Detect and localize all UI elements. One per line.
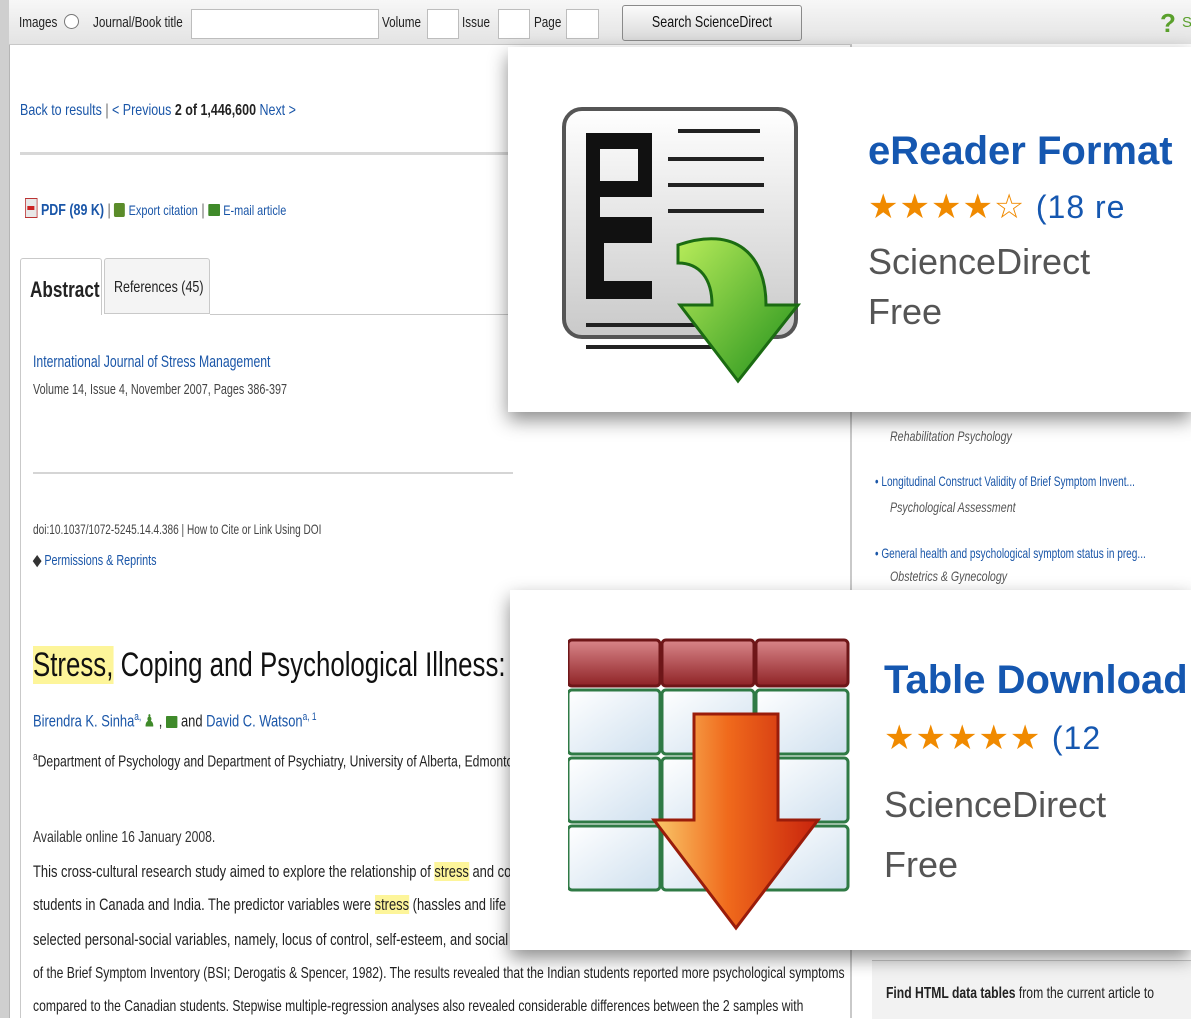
- toolbar-separator: |: [107, 202, 111, 219]
- images-label: Images: [19, 14, 58, 31]
- pdf-download-link[interactable]: PDF (89 K): [41, 202, 104, 219]
- authors: Birendra K. Sinhaa, ♟ , and David C. Wat…: [33, 711, 317, 731]
- email-icon: [208, 204, 220, 216]
- back-to-results-link[interactable]: Back to results: [20, 102, 102, 119]
- available-online: Available online 16 January 2008.: [33, 829, 216, 846]
- window-left-edge: [0, 0, 10, 1018]
- page-input[interactable]: [566, 9, 599, 39]
- table-download-icon: [568, 638, 850, 931]
- title-highlight: Stress,: [33, 646, 114, 684]
- next-link[interactable]: Next >: [259, 102, 295, 119]
- result-navigation: Back to results | < Previous 2 of 1,446,…: [20, 102, 296, 120]
- related-article-link[interactable]: • General health and psychological sympt…: [875, 545, 1146, 561]
- abstract-text: students in Canada and India. The predic…: [33, 895, 375, 914]
- journal-title-input[interactable]: [191, 9, 379, 39]
- tab-references-label: References (45): [114, 279, 204, 296]
- doi-text: doi:10.1037/1072-5245.14.4.386 | How to …: [33, 521, 322, 537]
- card-price: Free: [868, 291, 943, 332]
- ereader-icon: [562, 107, 802, 384]
- email-icon[interactable]: [165, 715, 178, 728]
- divider: [33, 472, 513, 474]
- star-rating-icon: ★★★★★: [884, 719, 1042, 757]
- related-article-title: General health and psychological symptom…: [881, 545, 1146, 561]
- affiliation-text: Department of Psychology and Department …: [37, 753, 514, 771]
- help-partial-label: S: [1182, 14, 1191, 31]
- previous-link[interactable]: < Previous: [112, 102, 171, 119]
- card-publisher: ScienceDirect: [884, 784, 1107, 825]
- card-title[interactable]: eReader Format: [868, 129, 1173, 174]
- search-button-label: Search ScienceDirect: [652, 14, 772, 31]
- abstract-line: of the Brief Symptom Inventory (BSI; Der…: [33, 965, 845, 982]
- related-source: Rehabilitation Psychology: [890, 428, 1012, 444]
- export-citation-icon: [114, 203, 126, 217]
- images-radio[interactable]: [64, 14, 79, 29]
- author-link[interactable]: David C. Watson: [206, 712, 302, 731]
- journal-label: Journal/Book title: [93, 14, 183, 31]
- permissions-label: Permissions & Reprints: [44, 552, 157, 569]
- abstract-line: students in Canada and India. The predic…: [33, 895, 523, 915]
- card-publisher: ScienceDirect: [868, 241, 1091, 282]
- result-position: 2 of 1,446,600: [174, 102, 257, 119]
- tab-abstract-label: Abstract: [30, 277, 100, 302]
- issue-input[interactable]: [498, 9, 530, 39]
- highlight-term: stress: [374, 895, 410, 914]
- tab-baseline: [210, 314, 510, 315]
- related-article-title: Longitudinal Construct Validity of Brief…: [881, 473, 1135, 489]
- rating-stars: ★★★★★ (12: [884, 718, 1101, 758]
- person-icon[interactable]: ♟: [144, 712, 156, 731]
- abstract-line: selected personal-social variables, name…: [33, 930, 533, 949]
- permissions-reprints-link[interactable]: ◆ Permissions & Reprints: [33, 551, 157, 569]
- volume-input[interactable]: [427, 9, 459, 39]
- highlight-term: stress: [434, 862, 469, 881]
- export-citation-link[interactable]: Export citation: [129, 202, 198, 218]
- page-label: Page: [534, 14, 562, 31]
- author-superscript: a, 1: [302, 711, 317, 723]
- author-superscript: a,: [134, 711, 144, 723]
- search-sciencedirect-button[interactable]: Search ScienceDirect: [622, 5, 802, 41]
- abstract-line: This cross-cultural research study aimed…: [33, 862, 521, 882]
- review-count[interactable]: (18 re: [1036, 189, 1126, 225]
- related-source: Obstetrics & Gynecology: [890, 568, 1008, 584]
- abstract-line: compared to the Canadian students. Stepw…: [33, 998, 804, 1015]
- email-article-link[interactable]: E-mail article: [223, 202, 286, 218]
- find-tables-bold: Find HTML data tables: [886, 985, 1016, 1002]
- related-article-link[interactable]: • Longitudinal Construct Validity of Bri…: [875, 473, 1135, 489]
- card-title[interactable]: Table Download: [884, 658, 1188, 703]
- toolbar-separator: |: [201, 202, 205, 219]
- star-rating-icon: ★★★★☆: [868, 188, 1026, 226]
- title-text: Coping and Psychological Illness: A Cro: [113, 646, 576, 684]
- table-download-card[interactable]: Table Download ★★★★★ (12 ScienceDirect F…: [510, 590, 1191, 950]
- abstract-text: This cross-cultural research study aimed…: [33, 862, 435, 881]
- related-source: Psychological Assessment: [890, 499, 1016, 515]
- tab-abstract[interactable]: Abstract: [20, 258, 102, 315]
- find-tables-rest: from the current article to: [1015, 985, 1155, 1002]
- article-title: Stress, Coping and Psychological Illness…: [33, 646, 576, 685]
- card-price: Free: [884, 844, 959, 885]
- ereader-format-card[interactable]: eReader Format ★★★★☆ (18 re ScienceDirec…: [508, 47, 1191, 412]
- rating-stars: ★★★★☆ (18 re: [868, 187, 1125, 227]
- nav-separator: |: [105, 102, 109, 119]
- help-icon[interactable]: ?: [1160, 8, 1176, 39]
- journal-link[interactable]: International Journal of Stress Manageme…: [33, 352, 270, 372]
- tab-references[interactable]: References (45): [104, 258, 210, 314]
- volume-label: Volume: [382, 14, 422, 31]
- and-text: and: [180, 711, 203, 731]
- review-count[interactable]: (12: [1052, 720, 1101, 756]
- affiliation: aDepartment of Psychology and Department…: [33, 751, 513, 771]
- quick-search-bar: Images Journal/Book title Volume Issue P…: [9, 0, 1191, 45]
- abstract-text: (hassles and life ex: [409, 895, 524, 914]
- find-tables-text: Find HTML data tables from the current a…: [886, 985, 1154, 1003]
- article-toolbar: PDF (89 K) | Export citation | E-mail ar…: [25, 198, 286, 220]
- pdf-icon: [25, 198, 38, 218]
- issue-label: Issue: [462, 14, 490, 31]
- volume-info: Volume 14, Issue 4, November 2007, Pages…: [33, 381, 287, 398]
- permissions-icon: ◆: [33, 552, 42, 569]
- author-link[interactable]: Birendra K. Sinha: [33, 712, 134, 731]
